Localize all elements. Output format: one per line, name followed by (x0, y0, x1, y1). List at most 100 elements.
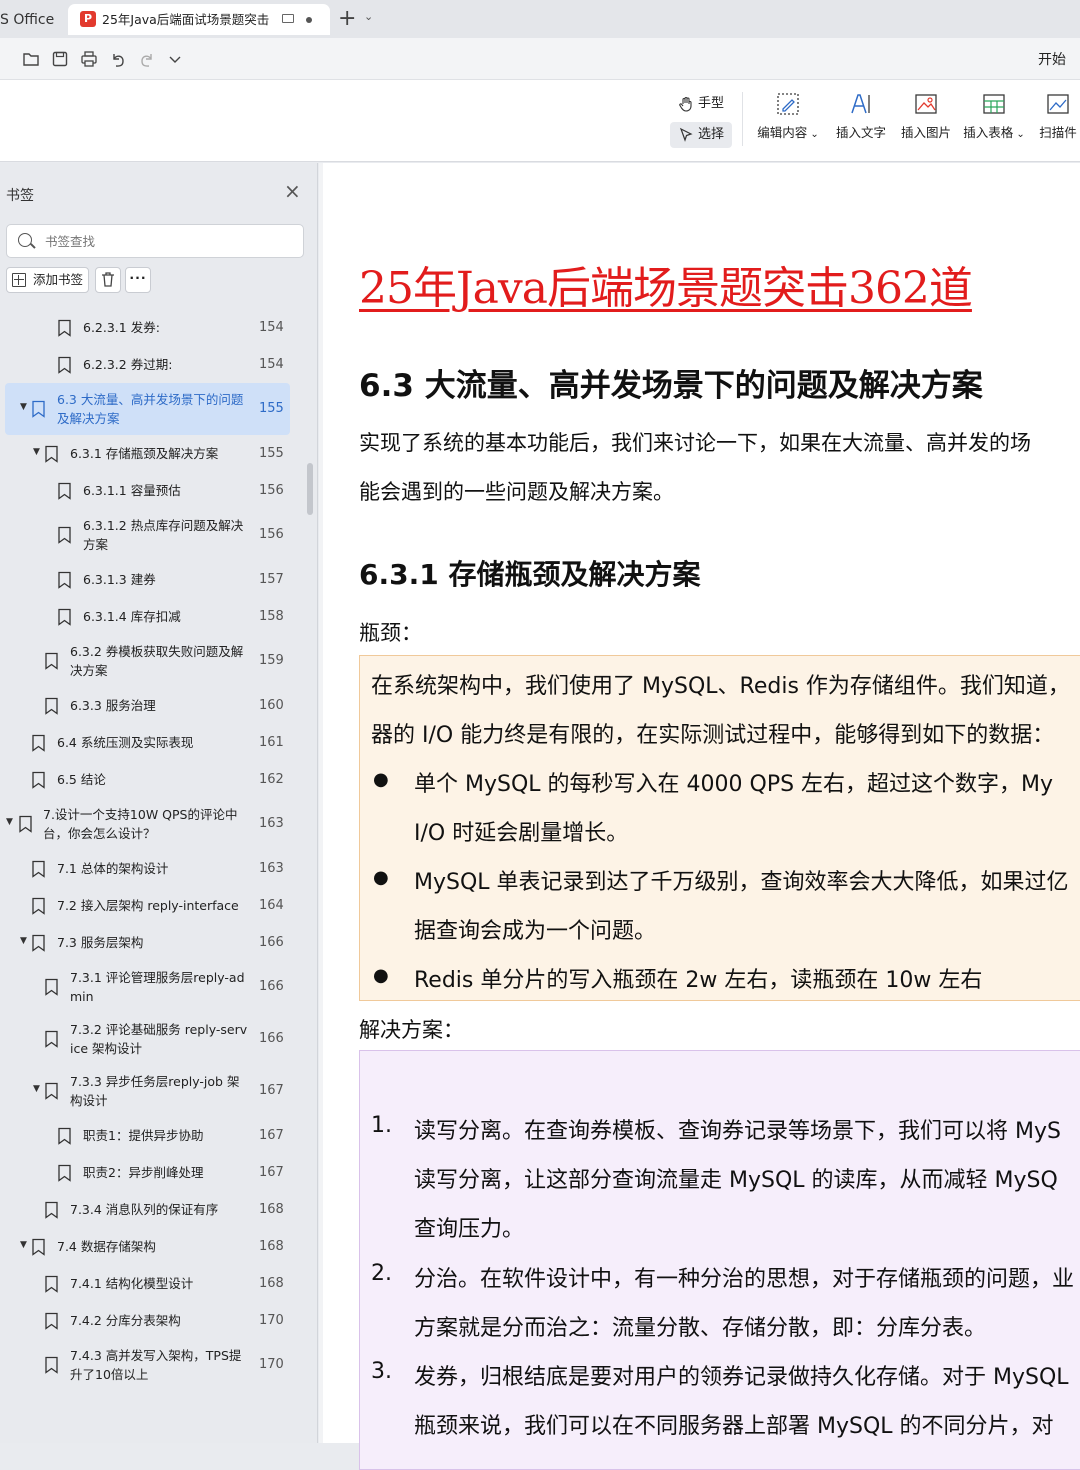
expand-arrow-icon[interactable]: ▼ (33, 1084, 40, 1094)
bookmark-item[interactable]: 6.4 系统压测及实际表现 161 (0, 724, 300, 761)
bookmark-page-number: 157 (259, 571, 284, 587)
select-tool-label: 选择 (698, 127, 725, 142)
bookmark-label-line: 7.3.1 评论管理服务层reply-ad (70, 970, 245, 985)
open-folder-icon[interactable] (22, 50, 40, 68)
scan-button[interactable]: 扫描件 (1036, 90, 1080, 152)
expand-arrow-icon[interactable]: ▼ (33, 447, 40, 457)
bookmark-icon (45, 978, 58, 996)
sidebar-scrollbar[interactable] (307, 463, 313, 515)
bookmark-page-number: 164 (259, 897, 284, 913)
screen-icon[interactable] (282, 14, 294, 23)
bookmark-icon (32, 734, 45, 752)
bookmark-item[interactable]: 6.3.3 服务治理 160 (0, 687, 300, 724)
bookmark-item[interactable]: ▼ 6.3 大流量、高并发场景下的问题 及解决方案 155 (0, 383, 300, 435)
bookmark-item[interactable]: 7.1 总体的架构设计 163 (0, 850, 300, 887)
delete-bookmark-button[interactable] (95, 267, 121, 293)
box-text-line: 在系统架构中，我们使用了 MySQL、Redis 作为存储组件。我们知道， (371, 674, 1070, 699)
undo-icon[interactable] (109, 50, 127, 68)
bookmark-item[interactable]: 7.4.1 结构化模型设计 168 (0, 1265, 300, 1302)
bookmark-page-number: 159 (259, 653, 284, 668)
bookmark-page-number: 156 (259, 527, 284, 542)
box-text-line: 读写分离，让这部分查询流量走 MySQL 的读库，从而减轻 MySQ (414, 1168, 1058, 1193)
bookmark-icon (45, 1356, 58, 1374)
start-menu-tab[interactable]: 开始 (1038, 49, 1066, 69)
expand-arrow-icon[interactable]: ▼ (20, 402, 27, 412)
select-tool-button[interactable]: 选择 (670, 122, 733, 148)
bookmark-item[interactable]: 7.3.2 评论基础服务 reply-serv ice 架构设计 166 (0, 1013, 300, 1065)
expand-arrow-icon[interactable]: ▼ (6, 817, 13, 827)
document-title: 25年Java后端场景题突击362道 (359, 263, 973, 314)
bookmark-item[interactable]: 6.3.1.4 库存扣减 158 (0, 598, 300, 635)
new-tab-icon[interactable]: + (338, 6, 356, 32)
bookmark-label: 6.3.2 券模板获取失败问题及解 决方案 (70, 642, 243, 680)
bookmark-label-line: 构设计 (70, 1093, 108, 1108)
bookmark-item[interactable]: 职责2：异步削峰处理 167 (0, 1154, 300, 1191)
box-text-line: 查询压力。 (414, 1217, 525, 1242)
bookmark-item[interactable]: ▼ 7.3 服务层架构 166 (0, 924, 300, 961)
bookmark-label: 6.3.3 服务治理 (70, 696, 156, 715)
bookmark-label: 6.3.1.2 热点库存问题及解决 方案 (83, 516, 243, 554)
bookmark-page-number: 170 (259, 1312, 284, 1328)
chevron-down-icon[interactable] (166, 50, 184, 68)
close-icon[interactable]: × (284, 181, 301, 201)
bookmark-label: 6.3.1.4 库存扣减 (83, 607, 181, 626)
section-heading-6-3-1: 6.3.1 存储瓶颈及解决方案 (359, 558, 701, 591)
redo-icon[interactable] (138, 50, 156, 68)
bookmark-item[interactable]: 6.3.2 券模板获取失败问题及解 决方案 159 (0, 635, 300, 687)
bookmark-label-line: 6.3.1.2 热点库存问题及解决 (83, 518, 244, 533)
bookmark-label-line: 6.3.1.3 建券 (83, 572, 156, 587)
bookmark-label-line: 6.3.2 券模板获取失败问题及解 (70, 644, 244, 659)
edit-content-icon (777, 93, 799, 115)
bookmark-icon (45, 445, 58, 463)
insert-image-button[interactable]: 插入图片 (893, 90, 959, 152)
insert-table-label: 插入表格 (963, 125, 1014, 140)
bookmark-item[interactable]: 6.3.1.2 热点库存问题及解决 方案 156 (0, 509, 300, 561)
bookmark-item[interactable]: 6.3.1.3 建券 157 (0, 561, 300, 598)
bookmark-page-number: 168 (259, 1201, 284, 1217)
save-icon[interactable] (51, 50, 69, 68)
unsaved-dot-icon[interactable] (306, 17, 312, 23)
bookmark-page-number: 167 (259, 1083, 284, 1098)
bookmark-item[interactable]: 6.5 结论 162 (0, 761, 300, 798)
bookmark-label-line: 7.1 总体的架构设计 (57, 861, 169, 876)
expand-arrow-icon[interactable]: ▼ (20, 1240, 27, 1250)
bookmark-icon (58, 526, 71, 544)
more-options-button[interactable]: ··· (125, 267, 151, 293)
bookmark-label-line: 7.3.3 异步任务层reply-job 架 (70, 1074, 240, 1089)
bookmark-item[interactable]: 6.3.1.1 容量预估 156 (0, 472, 300, 509)
print-icon[interactable] (80, 50, 98, 68)
bookmark-item[interactable]: 7.4.3 高并发写入架构，TPS提 升了10倍以上 170 (0, 1339, 300, 1391)
bookmark-item[interactable]: 6.2.3.2 券过期: 154 (0, 346, 300, 383)
bookmark-label: 7.4 数据存储架构 (57, 1237, 156, 1256)
box-text-line: 据查询会成为一个问题。 (414, 919, 657, 944)
bookmark-label-line: 7.4 数据存储架构 (57, 1239, 156, 1254)
bookmark-page-number: 155 (259, 401, 284, 416)
hand-tool-button[interactable]: 手型 (670, 91, 732, 117)
bookmark-item[interactable]: 6.2.3.1 发券: 154 (0, 309, 300, 346)
bookmark-item[interactable]: ▼ 7.3.3 异步任务层reply-job 架构设计 167 (0, 1065, 300, 1117)
bookmark-search-input[interactable] (45, 231, 295, 251)
insert-text-button[interactable]: 插入文字 (828, 90, 894, 152)
bookmark-item[interactable]: ▼ 7.设计一个支持10W QPS的评论中 台，你会怎么设计？ 163 (0, 798, 300, 850)
add-bookmark-button[interactable]: 添加书签 (6, 267, 89, 293)
hand-tool-label: 手型 (698, 96, 725, 111)
document-tab[interactable]: P 25年Java后端面试场景题突击 (68, 4, 330, 35)
insert-image-label: 插入图片 (900, 125, 951, 140)
bookmark-icon (32, 400, 45, 418)
expand-arrow-icon[interactable]: ▼ (20, 936, 27, 946)
app-tab[interactable]: S Office (0, 6, 54, 34)
bookmark-label: 7.3.3 异步任务层reply-job 架构设计 (70, 1072, 239, 1110)
bookmark-item[interactable]: 7.2 接入层架构 reply-interface 164 (0, 887, 300, 924)
bookmark-item[interactable]: 职责1：提供异步协助 167 (0, 1117, 300, 1154)
insert-table-button[interactable]: 插入表格 ⌄ (961, 90, 1027, 152)
bookmark-item[interactable]: ▼ 7.4 数据存储架构 168 (0, 1228, 300, 1265)
bookmark-item[interactable]: 7.3.4 消息队列的保证有序 168 (0, 1191, 300, 1228)
edit-content-button[interactable]: 编辑内容 ⌄ (755, 90, 821, 152)
bookmark-label: 6.3.1.1 容量预估 (83, 481, 181, 500)
bookmark-item[interactable]: 7.3.1 评论管理服务层reply-ad min 166 (0, 961, 300, 1013)
bookmark-page-number: 156 (259, 482, 284, 498)
bookmark-item[interactable]: ▼ 6.3.1 存储瓶颈及解决方案 155 (0, 435, 300, 472)
bookmark-icon (32, 860, 45, 878)
bookmark-item[interactable]: 7.4.2 分库分表架构 170 (0, 1302, 300, 1339)
chevron-down-icon[interactable]: ⌄ (364, 10, 373, 23)
